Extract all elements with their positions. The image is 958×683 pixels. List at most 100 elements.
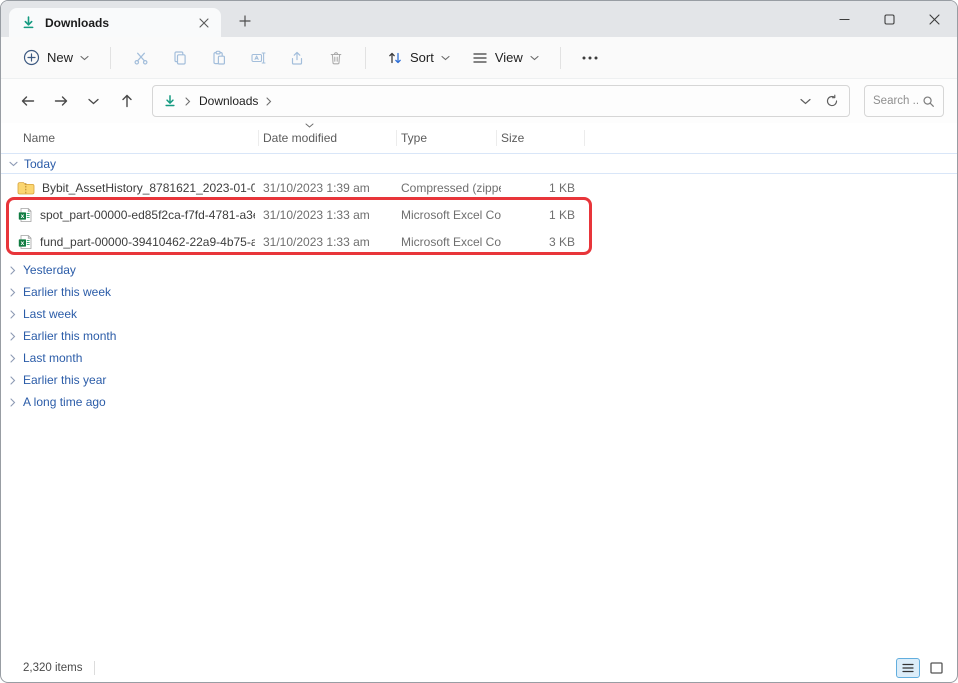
- group-label: Last month: [23, 351, 82, 365]
- group-header-last-month[interactable]: Last month: [1, 347, 957, 369]
- file-date: 31/10/2023 1:33 am: [263, 235, 401, 249]
- file-size: 1 KB: [501, 181, 589, 195]
- search-icon: [922, 95, 935, 108]
- paste-button[interactable]: [200, 42, 237, 74]
- file-row-fund-csv[interactable]: x fund_part-00000-39410462-22a9-4b75-afb…: [1, 228, 957, 255]
- column-header-name[interactable]: Name: [23, 123, 263, 153]
- file-list: Today Bybit_AssetHistory_8781621_2023-01…: [1, 153, 957, 656]
- file-date: 31/10/2023 1:33 am: [263, 208, 401, 222]
- file-name: fund_part-00000-39410462-22a9-4b75-afb1-…: [40, 235, 255, 249]
- copy-button[interactable]: [161, 42, 198, 74]
- close-button[interactable]: [912, 1, 957, 37]
- file-type: Microsoft Excel Com...: [401, 235, 501, 249]
- address-dropdown-icon[interactable]: [800, 98, 811, 105]
- new-button[interactable]: New: [13, 42, 99, 73]
- refresh-icon[interactable]: [825, 94, 839, 108]
- toolbar-separator: [365, 47, 366, 69]
- chevron-right-icon: [10, 398, 16, 407]
- excel-file-icon: x: [17, 234, 33, 250]
- chevron-down-icon: [530, 55, 539, 61]
- collapsed-groups: Yesterday Earlier this week Last week Ea…: [1, 259, 957, 413]
- column-header-size[interactable]: Size: [501, 123, 589, 153]
- chevron-down-icon: [9, 161, 18, 167]
- chevron-right-icon: [10, 266, 16, 275]
- sort-icon: [387, 50, 403, 66]
- sort-button[interactable]: Sort: [377, 43, 460, 73]
- search-box[interactable]: [864, 85, 944, 117]
- toolbar-separator: [110, 47, 111, 69]
- share-button[interactable]: [278, 42, 315, 74]
- group-header-earlier-this-week[interactable]: Earlier this week: [1, 281, 957, 303]
- file-type: Microsoft Excel Com...: [401, 208, 501, 222]
- new-plus-icon: [23, 49, 40, 66]
- download-icon: [21, 15, 36, 30]
- column-header-type[interactable]: Type: [401, 123, 501, 153]
- breadcrumb-downloads[interactable]: Downloads: [199, 94, 258, 108]
- see-more-icon[interactable]: [572, 42, 609, 74]
- group-label: A long time ago: [23, 395, 106, 409]
- group-label: Today: [24, 157, 56, 171]
- view-button[interactable]: View: [462, 43, 549, 72]
- large-icons-view-button[interactable]: [925, 658, 947, 678]
- group-label: Yesterday: [23, 263, 76, 277]
- column-header-date-modified[interactable]: Date modified: [263, 123, 401, 153]
- forward-button[interactable]: [47, 87, 74, 115]
- delete-button[interactable]: [317, 42, 354, 74]
- file-explorer-window: Downloads New: [0, 0, 958, 683]
- up-button[interactable]: [113, 87, 140, 115]
- new-tab-button[interactable]: [231, 7, 259, 35]
- excel-file-icon: x: [17, 207, 33, 223]
- file-type: Compressed (zipped)...: [401, 181, 501, 195]
- details-view-button[interactable]: [896, 658, 920, 678]
- maximize-button[interactable]: [867, 1, 912, 37]
- group-label: Last week: [23, 307, 77, 321]
- minimize-button[interactable]: [822, 1, 867, 37]
- sort-button-label: Sort: [410, 50, 434, 65]
- chevron-right-icon: [10, 332, 16, 341]
- file-row-zip[interactable]: Bybit_AssetHistory_8781621_2023-01-01_20…: [1, 174, 957, 201]
- group-label: Earlier this month: [23, 329, 116, 343]
- cut-button[interactable]: [122, 42, 159, 74]
- download-icon: [163, 94, 177, 108]
- chevron-right-icon: [10, 288, 16, 297]
- window-controls: [822, 1, 957, 37]
- file-size: 3 KB: [501, 235, 589, 249]
- group-label: Earlier this year: [23, 373, 106, 387]
- chevron-right-icon: [10, 376, 16, 385]
- rename-button[interactable]: [239, 42, 276, 74]
- tab-title: Downloads: [45, 16, 186, 30]
- items-count: 2,320 items: [23, 662, 82, 674]
- group-header-a-long-time-ago[interactable]: A long time ago: [1, 391, 957, 413]
- back-button[interactable]: [14, 87, 41, 115]
- search-input[interactable]: [873, 95, 918, 107]
- tab-downloads[interactable]: Downloads: [9, 8, 221, 37]
- status-bar: 2,320 items: [1, 656, 957, 682]
- file-row-spot-csv[interactable]: x spot_part-00000-ed85f2ca-f7fd-4781-a3e…: [1, 201, 957, 228]
- file-name: spot_part-00000-ed85f2ca-f7fd-4781-a3e6-…: [40, 208, 255, 222]
- group-label: Earlier this week: [23, 285, 111, 299]
- navigation-bar: Downloads: [1, 79, 957, 123]
- sort-descending-icon: [305, 123, 314, 128]
- breadcrumb-chevron-icon[interactable]: [185, 97, 191, 106]
- toolbar-separator: [560, 47, 561, 69]
- group-header-last-week[interactable]: Last week: [1, 303, 957, 325]
- tab-close-icon[interactable]: [195, 14, 213, 32]
- breadcrumb-chevron-icon[interactable]: [266, 97, 272, 106]
- svg-text:x: x: [21, 240, 25, 247]
- address-bar[interactable]: Downloads: [152, 85, 850, 117]
- view-button-label: View: [495, 50, 523, 65]
- svg-text:x: x: [21, 213, 25, 220]
- chevron-down-icon: [441, 55, 450, 61]
- command-toolbar: New Sort: [1, 37, 957, 79]
- group-header-earlier-this-month[interactable]: Earlier this month: [1, 325, 957, 347]
- group-header-today[interactable]: Today: [1, 153, 957, 174]
- file-size: 1 KB: [501, 208, 589, 222]
- status-separator: [94, 661, 95, 675]
- chevron-right-icon: [10, 354, 16, 363]
- view-icon: [472, 51, 488, 65]
- recent-locations-icon[interactable]: [80, 87, 107, 115]
- group-header-yesterday[interactable]: Yesterday: [1, 259, 957, 281]
- group-header-earlier-this-year[interactable]: Earlier this year: [1, 369, 957, 391]
- zip-folder-icon: [17, 181, 35, 195]
- tab-bar: Downloads: [1, 1, 957, 37]
